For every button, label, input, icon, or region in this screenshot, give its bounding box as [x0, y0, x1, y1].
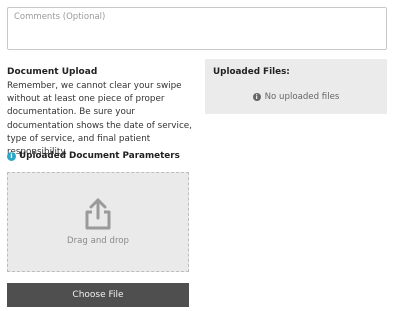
info-circle-icon: i	[252, 93, 261, 101]
document-upload-description: Remember, we cannot clear your swipe wit…	[7, 81, 192, 158]
comments-textarea[interactable]	[7, 7, 387, 50]
uploaded-document-parameters[interactable]: i Uploaded Document Parameters	[7, 151, 180, 161]
document-upload-title: Document Upload	[7, 67, 98, 77]
uploaded-files-panel: Uploaded Files: i No uploaded files	[205, 59, 387, 114]
upload-share-icon	[85, 198, 111, 230]
no-uploaded-files-text: No uploaded files	[264, 92, 340, 102]
drag-and-drop-zone[interactable]: Drag and drop	[7, 172, 189, 272]
choose-file-button[interactable]: Choose File	[7, 283, 189, 307]
drag-and-drop-label: Drag and drop	[66, 236, 129, 246]
info-icon[interactable]: i	[7, 151, 16, 161]
uploaded-files-title: Uploaded Files:	[213, 67, 290, 77]
no-uploaded-files-message: i No uploaded files	[205, 92, 387, 102]
parameters-label: Uploaded Document Parameters	[19, 151, 180, 161]
